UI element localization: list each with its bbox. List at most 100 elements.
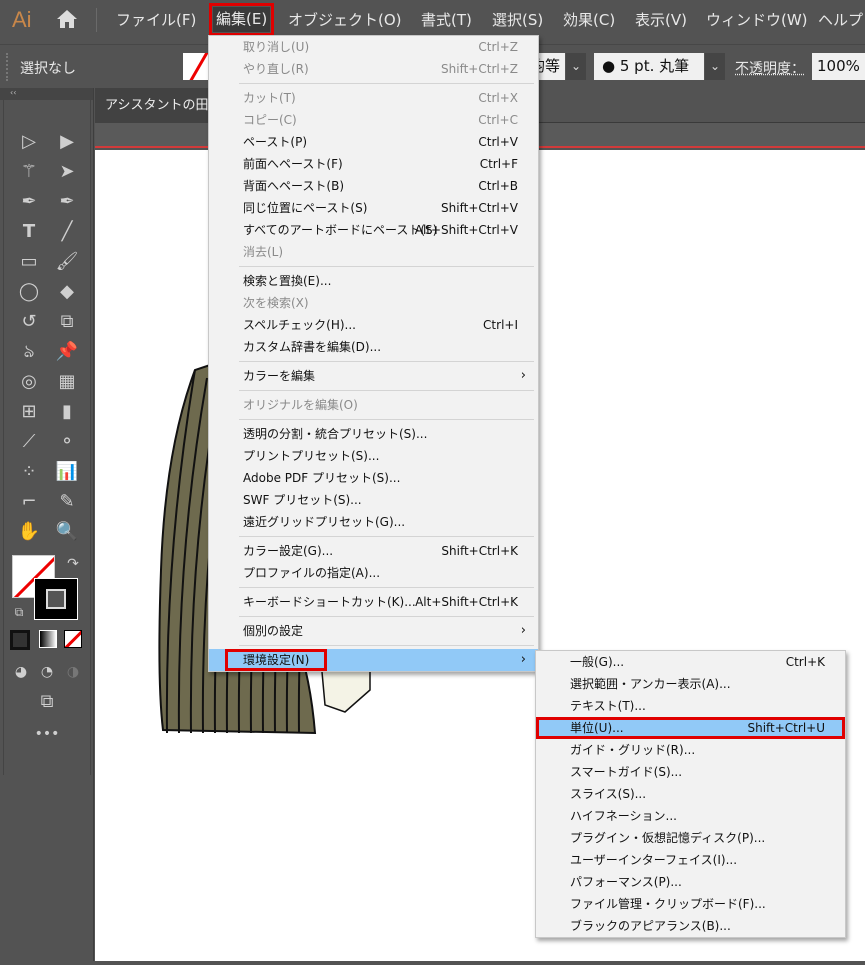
scale-tool-icon[interactable]: ⧉ [54, 310, 80, 334]
edit-menu-item[interactable]: 背面へペースト(B) Ctrl+B [209, 175, 538, 197]
document-tab[interactable]: アシスタントの田中 [95, 88, 215, 123]
none-mode-icon[interactable] [64, 630, 82, 648]
swap-colors-icon[interactable]: ↷ [60, 552, 86, 576]
preferences-menu-item[interactable]: テキスト(T)... [536, 695, 845, 717]
menu-item-label: ハイフネーション... [570, 809, 677, 823]
paintbrush-icon[interactable]: 🖌 [54, 250, 80, 274]
pen-tool-icon[interactable]: ✒ [16, 190, 42, 214]
edit-menu-item[interactable]: 検索と置換(E)... [209, 270, 538, 292]
blend-tool-icon[interactable]: ⚬ [54, 430, 80, 454]
edit-menu-item[interactable]: カラーを編集 › [209, 365, 538, 387]
draw-inside-icon[interactable]: ◑ [60, 660, 86, 684]
brush-dropdown[interactable]: ● 5 pt. 丸筆 [594, 53, 704, 80]
hand-tool-icon[interactable]: ✋ [16, 520, 42, 544]
direct-selection-tool-icon[interactable]: ▶ [54, 130, 80, 154]
width-tool-icon[interactable]: ঌ [16, 340, 42, 364]
curvature-tool-icon[interactable]: ✒ [54, 190, 80, 214]
selection-tool-icon[interactable]: ▷ [16, 130, 42, 154]
menu-item-label: ペースト(P) [243, 135, 307, 149]
edit-menu-item[interactable]: 環境設定(N) › [209, 649, 538, 671]
edit-menu-item[interactable]: SWF プリセット(S)... [209, 489, 538, 511]
edit-menu-item[interactable]: すべてのアートボードにペースト(S) Alt+Shift+Ctrl+V [209, 219, 538, 241]
rotate-tool-icon[interactable]: ↺ [16, 310, 42, 334]
menu-select[interactable]: 選択(S) [492, 9, 543, 30]
shape-builder-icon[interactable]: ◎ [16, 370, 42, 394]
panel-grip[interactable] [6, 53, 8, 81]
edit-menu-item[interactable]: プリントプリセット(S)... [209, 445, 538, 467]
shaper-tool-icon[interactable]: ◯ [16, 280, 42, 304]
edit-menu-item[interactable]: キーボードショートカット(K)... Alt+Shift+Ctrl+K [209, 591, 538, 613]
preferences-menu-item[interactable]: 単位(U)... Shift+Ctrl+U [536, 717, 845, 739]
chevron-down-icon[interactable]: ⌄ [705, 53, 725, 80]
artboard-tool-icon[interactable]: ⌐ [16, 490, 42, 514]
rectangle-tool-icon[interactable]: ▭ [16, 250, 42, 274]
preferences-menu-item[interactable]: ガイド・グリッド(R)... [536, 739, 845, 761]
preferences-menu-item[interactable]: 選択範囲・アンカー表示(A)... [536, 673, 845, 695]
edit-menu-item[interactable]: 遠近グリッドプリセット(G)... [209, 511, 538, 533]
preferences-menu-item[interactable]: ファイル管理・クリップボード(F)... [536, 893, 845, 915]
opacity-label[interactable]: 不透明度： [735, 58, 805, 78]
preferences-menu-item[interactable]: 一般(G)... Ctrl+K [536, 651, 845, 673]
menu-item-label: 遠近グリッドプリセット(G)... [243, 515, 406, 529]
lasso-icon[interactable]: ➤ [54, 160, 80, 184]
menu-view[interactable]: 表示(V) [635, 9, 687, 30]
menu-edit[interactable]: 編集(E) [208, 3, 275, 36]
stroke-color-swatch[interactable] [34, 578, 78, 620]
menu-help[interactable]: ヘルプ [818, 9, 863, 30]
default-colors-icon[interactable]: ⧉ [6, 600, 32, 624]
menu-file[interactable]: ファイル(F) [116, 9, 196, 30]
divider [96, 8, 97, 32]
edit-menu-item[interactable]: カラー設定(G)... Shift+Ctrl+K [209, 540, 538, 562]
zoom-tool-icon[interactable]: 🔍 [54, 520, 80, 544]
color-mode-icon[interactable] [10, 630, 30, 650]
preferences-menu-item[interactable]: ハイフネーション... [536, 805, 845, 827]
edit-menu-item[interactable]: 個別の設定 › [209, 620, 538, 642]
menu-shortcut: Shift+Ctrl+K [441, 544, 518, 558]
menu-window[interactable]: ウィンドウ(W) [706, 9, 808, 30]
preferences-menu-item[interactable]: スマートガイド(S)... [536, 761, 845, 783]
edit-menu-item[interactable]: Adobe PDF プリセット(S)... [209, 467, 538, 489]
edit-menu-item[interactable]: 前面へペースト(F) Ctrl+F [209, 153, 538, 175]
edit-menu-item[interactable]: プロファイルの指定(A)... [209, 562, 538, 584]
draw-behind-icon[interactable]: ◔ [34, 660, 60, 684]
eyedropper-icon[interactable]: ⟋ [16, 430, 42, 454]
opacity-input[interactable]: 100% [812, 53, 865, 80]
eraser-icon[interactable]: ◆ [54, 280, 80, 304]
draw-normal-icon[interactable]: ◕ [8, 660, 34, 684]
fill-swatch[interactable] [183, 53, 211, 80]
edit-menu-item[interactable]: 同じ位置にペースト(S) Shift+Ctrl+V [209, 197, 538, 219]
menu-effect[interactable]: 効果(C) [563, 9, 615, 30]
menu-item-label: テキスト(T)... [570, 699, 646, 713]
menu-item-label: やり直し(R) [243, 62, 309, 76]
edit-menu-item[interactable]: カスタム辞書を編集(D)... [209, 336, 538, 358]
edit-menu-item[interactable]: スペルチェック(H)... Ctrl+I [209, 314, 538, 336]
type-tool-icon[interactable]: T [16, 220, 42, 244]
line-tool-icon[interactable]: ╱ [54, 220, 80, 244]
edit-menu-item[interactable]: ペースト(P) Ctrl+V [209, 131, 538, 153]
pin-icon[interactable]: 📌 [54, 340, 80, 364]
collapse-icon[interactable]: ‹‹ [0, 88, 93, 100]
menu-shortcut: Ctrl+C [478, 113, 518, 127]
slice-tool-icon[interactable]: ✎ [54, 490, 80, 514]
perspective-grid-icon[interactable]: ▦ [54, 370, 80, 394]
edit-menu-item[interactable]: 透明の分割・統合プリセット(S)... [209, 423, 538, 445]
more-tools-icon[interactable]: ••• [34, 722, 60, 746]
gradient-tool-icon[interactable]: ▮ [54, 400, 80, 424]
preferences-menu-item[interactable]: ユーザーインターフェイス(I)... [536, 849, 845, 871]
preferences-menu-item[interactable]: パフォーマンス(P)... [536, 871, 845, 893]
symbol-sprayer-icon[interactable]: ⁘ [16, 460, 42, 484]
preferences-menu-item[interactable]: スライス(S)... [536, 783, 845, 805]
preferences-menu-item[interactable]: プラグイン・仮想記憶ディスク(P)... [536, 827, 845, 849]
chevron-right-icon: › [520, 652, 526, 667]
screen-mode-icon[interactable]: ⧉ [34, 690, 60, 714]
preferences-menu-item[interactable]: ブラックのアピアランス(B)... [536, 915, 845, 937]
menu-object[interactable]: オブジェクト(O) [288, 9, 402, 30]
chevron-down-icon[interactable]: ⌄ [566, 53, 586, 80]
menu-type[interactable]: 書式(T) [421, 9, 472, 30]
home-icon[interactable] [56, 8, 78, 30]
menu-shortcut: Ctrl+B [478, 179, 518, 193]
gradient-mode-icon[interactable] [39, 630, 57, 648]
graph-tool-icon[interactable]: 📊 [54, 460, 80, 484]
mesh-tool-icon[interactable]: ⊞ [16, 400, 42, 424]
magic-wand-icon[interactable]: ⚚ [16, 160, 42, 184]
